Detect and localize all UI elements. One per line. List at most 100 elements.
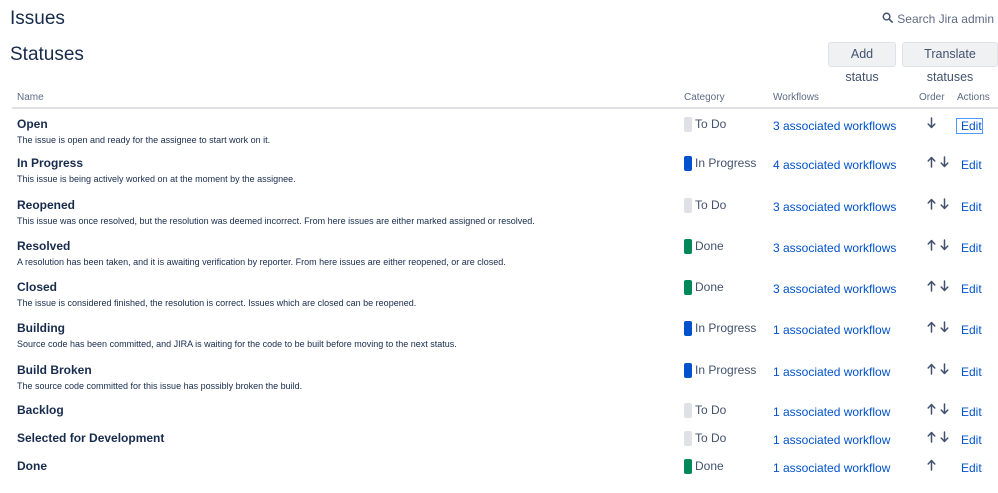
edit-status-link[interactable]: Edit [957,433,982,447]
associated-workflows-link[interactable]: 3 associated workflows [773,241,896,255]
category-color-swatch [684,156,692,171]
edit-status-link[interactable]: Edit [957,282,982,296]
status-category-cell: To Do [679,191,768,232]
edit-status-link[interactable]: Edit [957,119,982,133]
status-row: Selected for DevelopmentTo Do1 associate… [12,425,998,453]
category-color-swatch [684,431,692,446]
status-name: Build Broken [17,363,674,377]
status-workflows-cell: 1 associated workflow [768,356,914,397]
status-order-cell [914,108,952,149]
move-down-arrow-icon[interactable] [940,431,949,443]
move-up-arrow-icon[interactable] [927,431,936,443]
status-category-lozenge: In Progress [684,363,756,378]
status-workflows-cell: 4 associated workflows [768,149,914,190]
status-workflows-cell: 1 associated workflow [768,314,914,355]
status-order-cell [914,273,952,314]
status-name-cell: ReopenedThis issue was once resolved, bu… [12,191,679,232]
status-order-cell [914,149,952,190]
category-color-swatch [684,280,692,295]
status-category-lozenge: To Do [684,117,726,132]
status-category-cell: To Do [679,425,768,453]
move-down-arrow-icon[interactable] [927,117,936,129]
status-category-lozenge: To Do [684,198,726,213]
category-color-swatch [684,459,692,474]
move-down-arrow-icon[interactable] [940,280,949,292]
page-title: Issues [10,8,65,30]
order-controls [919,198,947,210]
status-category-cell: In Progress [679,314,768,355]
status-workflows-cell: 1 associated workflow [768,397,914,425]
move-up-arrow-icon[interactable] [927,363,936,375]
move-down-arrow-icon[interactable] [940,156,949,168]
status-name: Closed [17,280,674,294]
category-color-swatch [684,321,692,336]
status-category-cell: Done [679,273,768,314]
edit-status-link[interactable]: Edit [957,241,982,255]
search-jira-admin[interactable]: Search Jira admin [882,12,994,26]
move-down-arrow-icon[interactable] [940,321,949,333]
column-header-name: Name [12,92,679,108]
table-header-row: Name Category Workflows Order Actions [12,92,998,108]
status-name: In Progress [17,156,674,170]
edit-status-link[interactable]: Edit [957,405,982,419]
column-header-category: Category [679,92,768,108]
edit-status-link[interactable]: Edit [957,200,982,214]
move-down-arrow-icon[interactable] [940,198,949,210]
status-name-cell: In ProgressThis issue is being actively … [12,149,679,190]
status-row: Closed The issue is considered finished, … [12,273,998,314]
status-category-label: To Do [695,403,726,418]
edit-status-link[interactable]: Edit [957,158,982,172]
edit-status-link[interactable]: Edit [957,323,982,337]
status-row: ReopenedThis issue was once resolved, bu… [12,191,998,232]
status-category-cell: Done [679,453,768,481]
status-category-cell: To Do [679,397,768,425]
move-up-arrow-icon[interactable] [927,459,936,471]
status-order-cell [914,397,952,425]
associated-workflows-link[interactable]: 1 associated workflow [773,433,890,447]
column-header-order: Order [914,92,952,108]
move-down-arrow-icon[interactable] [940,363,949,375]
status-name: Done [17,459,674,473]
associated-workflows-link[interactable]: 4 associated workflows [773,158,896,172]
status-name: Reopened [17,198,674,212]
status-name-cell: Closed The issue is considered finished, … [12,273,679,314]
status-actions-cell: Edit [952,453,998,481]
status-name-cell: Backlog [12,397,679,425]
status-name-cell: Build BrokenThe source code committed fo… [12,356,679,397]
associated-workflows-link[interactable]: 3 associated workflows [773,200,896,214]
order-controls [919,239,947,251]
move-up-arrow-icon[interactable] [927,156,936,168]
move-up-arrow-icon[interactable] [927,403,936,415]
status-workflows-cell: 3 associated workflows [768,273,914,314]
move-up-arrow-icon[interactable] [927,321,936,333]
category-color-swatch [684,198,692,213]
move-up-arrow-icon[interactable] [927,198,936,210]
status-category-lozenge: Done [684,239,724,254]
move-down-arrow-icon[interactable] [940,403,949,415]
associated-workflows-link[interactable]: 3 associated workflows [773,119,896,133]
status-row: ResolvedA resolution has been taken, and… [12,232,998,273]
edit-status-link[interactable]: Edit [957,461,982,475]
status-workflows-cell: 1 associated workflow [768,453,914,481]
status-name: Building [17,321,674,335]
associated-workflows-link[interactable]: 1 associated workflow [773,461,890,475]
status-category-cell: In Progress [679,149,768,190]
status-actions-cell: Edit [952,425,998,453]
status-category-cell: Done [679,232,768,273]
status-actions-cell: Edit [952,397,998,425]
associated-workflows-link[interactable]: 1 associated workflow [773,405,890,419]
add-status-button[interactable]: Add status [828,42,896,67]
order-controls [919,156,947,168]
status-description: The issue is considered finished, the re… [17,298,674,309]
associated-workflows-link[interactable]: 1 associated workflow [773,323,890,337]
status-category-label: To Do [695,198,726,213]
associated-workflows-link[interactable]: 1 associated workflow [773,365,890,379]
move-up-arrow-icon[interactable] [927,280,936,292]
associated-workflows-link[interactable]: 3 associated workflows [773,282,896,296]
move-down-arrow-icon[interactable] [940,239,949,251]
order-controls [919,280,947,292]
edit-status-link[interactable]: Edit [957,365,982,379]
move-up-arrow-icon[interactable] [927,239,936,251]
status-description: Source code has been committed, and JIRA… [17,339,674,350]
translate-statuses-button[interactable]: Translate statuses [902,42,998,67]
